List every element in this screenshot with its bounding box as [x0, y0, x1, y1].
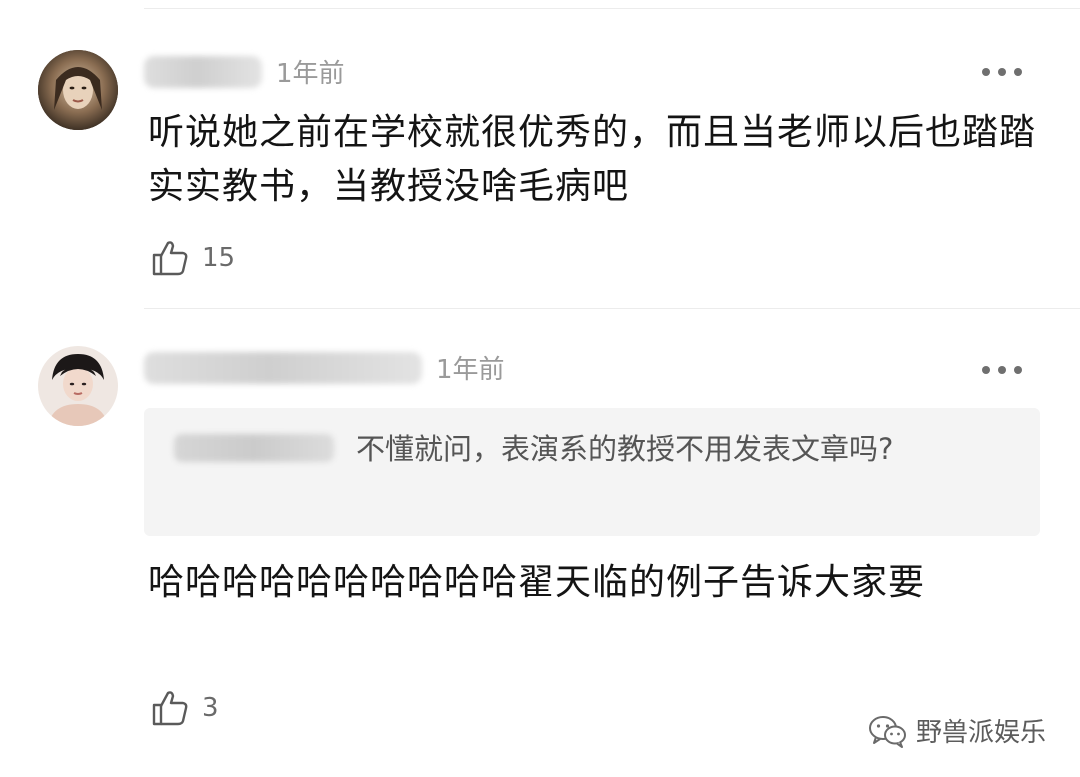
dot	[998, 366, 1006, 374]
wechat-icon	[868, 715, 906, 748]
like-count: 3	[202, 693, 219, 723]
avatar-image	[38, 346, 118, 426]
more-icon[interactable]	[982, 364, 1022, 376]
comment-time: 1年前	[436, 355, 505, 385]
like-button[interactable]: 3	[150, 686, 219, 730]
thumbs-up-icon	[152, 691, 188, 726]
username-blurred[interactable]	[144, 352, 422, 384]
avatar[interactable]	[38, 346, 118, 426]
dot	[1014, 366, 1022, 374]
watermark-text: 野兽派娱乐	[915, 718, 1046, 748]
comment-2: 1年前 不懂就问，表演系的教授不用发表文章吗? 哈哈哈哈哈哈哈哈哈哈翟天临的例子…	[0, 0, 1080, 777]
dot	[982, 366, 990, 374]
quoted-reply[interactable]: 不懂就问，表演系的教授不用发表文章吗?	[144, 408, 1040, 536]
quoted-text: 不懂就问，表演系的教授不用发表文章吗?	[356, 432, 894, 466]
watermark: 野兽派娱乐	[868, 712, 1046, 749]
comment-text: 哈哈哈哈哈哈哈哈哈哈翟天临的例子告诉大家要	[148, 562, 926, 603]
